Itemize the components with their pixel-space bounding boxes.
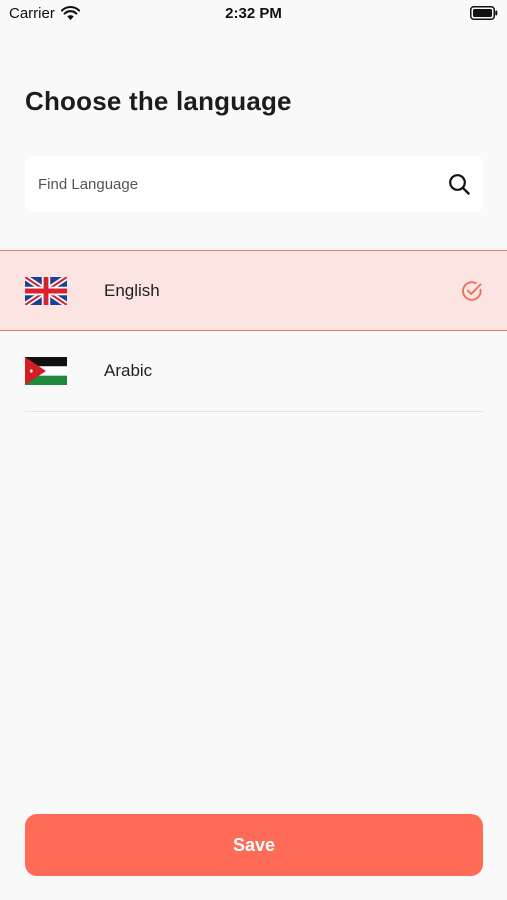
check-circle-icon — [462, 281, 482, 301]
battery-icon — [470, 6, 498, 20]
uk-flag-icon — [25, 277, 67, 305]
search-input[interactable] — [25, 156, 425, 212]
language-list: English Arabic — [0, 250, 507, 412]
language-item-english[interactable]: English — [0, 250, 507, 331]
language-selection-screen: Carrier 2:32 PM Choose the language Find… — [0, 0, 507, 900]
search-icon[interactable] — [448, 173, 470, 195]
language-item-arabic[interactable]: Arabic — [0, 331, 507, 412]
jordan-flag-icon — [25, 357, 67, 385]
language-label: Arabic — [104, 361, 153, 380]
status-bar: Carrier 2:32 PM — [0, 0, 507, 28]
page-title: Choose the language — [25, 86, 292, 116]
search-box — [25, 156, 483, 212]
language-label: English — [104, 281, 160, 300]
save-button[interactable]: Save — [25, 814, 483, 876]
status-time: 2:32 PM — [225, 5, 282, 22]
